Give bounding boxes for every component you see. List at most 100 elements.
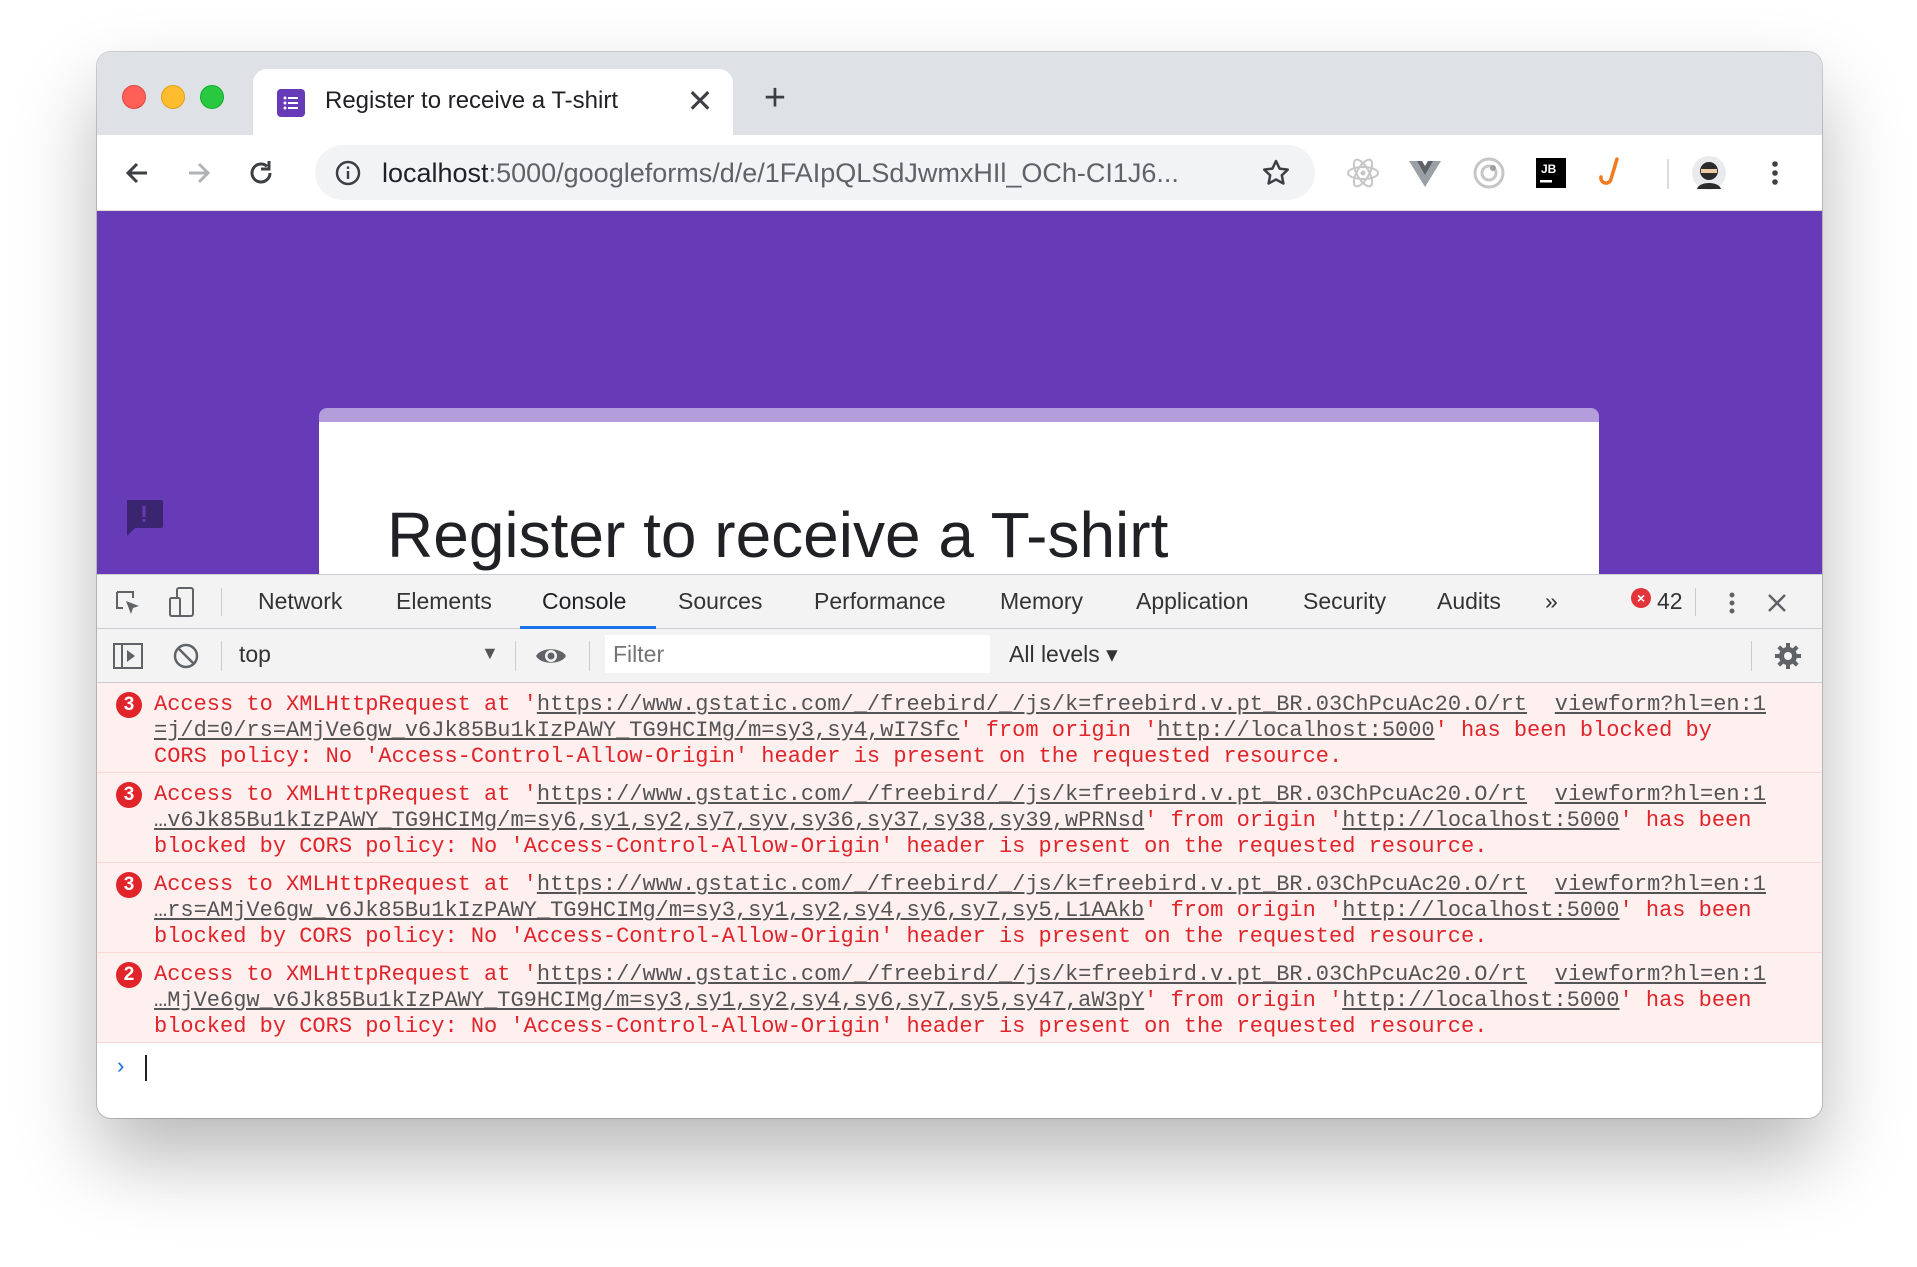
devtools-separator — [221, 641, 222, 671]
feedback-icon[interactable] — [123, 498, 165, 538]
error-text-segment: ' has been — [1619, 808, 1752, 833]
error-text-segment: ' from origin ' — [1144, 988, 1343, 1013]
inspect-element-icon[interactable] — [113, 588, 143, 618]
maximize-window-button[interactable] — [200, 85, 224, 109]
devtools-separator — [589, 641, 590, 671]
devtools-separator — [221, 588, 222, 616]
error-text: Access to XMLHttpRequest at 'https://www… — [154, 962, 1752, 1040]
hook-extension-icon[interactable] — [1595, 155, 1631, 191]
url-text[interactable]: localhost:5000/googleforms/d/e/1FAIpQLSd… — [382, 158, 1179, 189]
error-text-segment: ' has been — [1619, 988, 1752, 1013]
devtools-panel: Network Elements Console Sources Perform… — [97, 574, 1822, 1118]
tab-security[interactable]: Security — [1303, 588, 1386, 615]
reload-icon[interactable] — [241, 153, 281, 193]
form-header-card: Register to receive a T-shirt — [319, 408, 1599, 574]
vue-devtools-icon[interactable] — [1407, 155, 1443, 191]
error-text-segment: blocked by CORS policy: No 'Access-Contr… — [154, 924, 1488, 949]
tab-console[interactable]: Console — [542, 588, 626, 615]
close-window-button[interactable] — [122, 85, 146, 109]
browser-toolbar: localhost:5000/googleforms/d/e/1FAIpQLSd… — [97, 135, 1822, 211]
clear-console-icon[interactable] — [172, 642, 200, 670]
console-error-message[interactable]: 3 Access to XMLHttpRequest at 'https://w… — [97, 773, 1822, 863]
form-title: Register to receive a T-shirt — [387, 499, 1169, 571]
error-text-segment: ' from origin ' — [1144, 898, 1343, 923]
resource-link[interactable]: https://www.gstatic.com/_/freebird/_/js/… — [537, 692, 1527, 717]
resource-link[interactable]: …v6Jk85Bu1kIzPAWY_TG9HCIMg/m=sy6,sy1,sy2… — [154, 808, 1144, 833]
extension-target-icon[interactable] — [1471, 155, 1507, 191]
new-tab-button[interactable]: + — [757, 79, 793, 117]
close-devtools-icon[interactable] — [1762, 588, 1792, 618]
browser-tab[interactable]: Register to receive a T-shirt ✕ — [253, 69, 733, 135]
jetbrains-icon[interactable]: JB — [1533, 155, 1569, 191]
svg-text:JB: JB — [1541, 162, 1557, 176]
error-text-segment: ' from origin ' — [1144, 808, 1343, 833]
error-text: Access to XMLHttpRequest at 'https://www… — [154, 872, 1752, 950]
chevron-down-icon[interactable]: ▼ — [481, 643, 499, 664]
source-link[interactable]: viewform?hl=en:1 — [1548, 692, 1766, 718]
tab-close-icon[interactable]: ✕ — [685, 83, 715, 119]
minimize-window-button[interactable] — [161, 85, 185, 109]
error-text-segment: CORS policy: No 'Access-Control-Allow-Or… — [154, 744, 1343, 769]
console-filter-input[interactable] — [605, 635, 990, 673]
more-tabs-icon[interactable]: » — [1545, 588, 1558, 615]
error-icon[interactable]: × — [1631, 588, 1651, 608]
repeat-count-badge: 3 — [116, 872, 142, 898]
resource-link[interactable]: https://www.gstatic.com/_/freebird/_/js/… — [537, 962, 1527, 987]
resource-link[interactable]: …MjVe6gw_v6Jk85Bu1kIzPAWY_TG9HCIMg/m=sy3… — [154, 988, 1144, 1013]
chrome-menu-icon[interactable] — [1757, 155, 1793, 191]
tab-sources[interactable]: Sources — [678, 588, 762, 615]
bookmark-star-icon[interactable] — [1260, 157, 1292, 189]
page-viewport: Register to receive a T-shirt — [97, 211, 1822, 574]
tab-memory[interactable]: Memory — [1000, 588, 1083, 615]
tab-network[interactable]: Network — [258, 588, 342, 615]
execution-context-select[interactable]: top — [239, 641, 271, 668]
resource-link[interactable]: …rs=AMjVe6gw_v6Jk85Bu1kIzPAWY_TG9HCIMg/m… — [154, 898, 1144, 923]
address-bar[interactable]: localhost:5000/googleforms/d/e/1FAIpQLSd… — [315, 145, 1315, 200]
repeat-count-badge: 3 — [116, 692, 142, 718]
source-link[interactable]: viewform?hl=en:1 — [1548, 782, 1766, 808]
log-levels-select[interactable]: All levels ▾ — [1009, 641, 1118, 668]
error-text-segment: Access to XMLHttpRequest at ' — [154, 692, 537, 717]
live-expression-eye-icon[interactable] — [534, 641, 568, 671]
forward-icon[interactable] — [179, 153, 219, 193]
info-icon[interactable] — [335, 160, 361, 186]
tab-elements[interactable]: Elements — [396, 588, 492, 615]
repeat-count-badge: 3 — [116, 782, 142, 808]
tab-audits[interactable]: Audits — [1437, 588, 1501, 615]
back-icon[interactable] — [117, 153, 157, 193]
origin-link[interactable]: http://localhost:5000 — [1342, 988, 1619, 1013]
origin-link[interactable]: http://localhost:5000 — [1342, 808, 1619, 833]
console-settings-gear-icon[interactable] — [1773, 641, 1803, 671]
error-count[interactable]: 42 — [1657, 588, 1683, 615]
show-sidebar-icon[interactable] — [112, 641, 144, 671]
error-text-segment: ' has been — [1619, 898, 1752, 923]
origin-link[interactable]: http://localhost:5000 — [1342, 898, 1619, 923]
source-link[interactable]: viewform?hl=en:1 — [1548, 962, 1766, 988]
source-link[interactable]: viewform?hl=en:1 — [1548, 872, 1766, 898]
origin-link[interactable]: http://localhost:5000 — [1157, 718, 1434, 743]
resource-link[interactable]: =j/d=0/rs=AMjVe6gw_v6Jk85Bu1kIzPAWY_TG9H… — [154, 718, 959, 743]
google-forms-icon — [277, 89, 305, 117]
repeat-count-badge: 2 — [116, 962, 142, 988]
resource-link[interactable]: https://www.gstatic.com/_/freebird/_/js/… — [537, 872, 1527, 897]
tab-application[interactable]: Application — [1136, 588, 1249, 615]
error-text: Access to XMLHttpRequest at 'https://www… — [154, 782, 1752, 860]
device-toolbar-icon[interactable] — [167, 586, 197, 618]
react-devtools-icon[interactable] — [1345, 155, 1381, 191]
error-text-segment: ' from origin ' — [959, 718, 1158, 743]
console-error-message[interactable]: 3 Access to XMLHttpRequest at 'https://w… — [97, 683, 1822, 773]
tab-performance[interactable]: Performance — [814, 588, 946, 615]
error-text-segment: blocked by CORS policy: No 'Access-Contr… — [154, 834, 1488, 859]
console-input-caret[interactable] — [145, 1055, 147, 1081]
error-text-segment: blocked by CORS policy: No 'Access-Contr… — [154, 1014, 1488, 1039]
console-error-message[interactable]: 3 Access to XMLHttpRequest at 'https://w… — [97, 863, 1822, 953]
browser-window: Register to receive a T-shirt ✕ + localh… — [97, 52, 1822, 1118]
console-error-message[interactable]: 2 Access to XMLHttpRequest at 'https://w… — [97, 953, 1822, 1043]
url-host: localhost — [382, 158, 489, 188]
tab-title: Register to receive a T-shirt — [325, 87, 619, 114]
profile-avatar-icon[interactable] — [1691, 155, 1727, 191]
devtools-menu-icon[interactable] — [1717, 588, 1747, 618]
devtools-tab-bar: Network Elements Console Sources Perform… — [97, 574, 1822, 629]
toolbar-separator — [1667, 159, 1669, 189]
resource-link[interactable]: https://www.gstatic.com/_/freebird/_/js/… — [537, 782, 1527, 807]
